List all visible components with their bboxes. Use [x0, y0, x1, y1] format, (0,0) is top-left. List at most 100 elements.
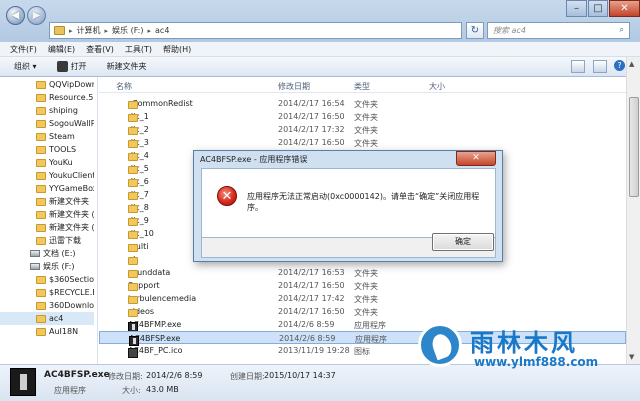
file-date: 2014/2/17 17:42 — [278, 294, 345, 303]
sidebar-item-label: 迅雷下载 — [49, 236, 81, 245]
menu-file[interactable]: 文件(F) — [10, 44, 37, 55]
file-name-cell: videos — [128, 307, 154, 317]
file-row[interactable]: dlc_3 2014/2/17 16:50 文件夹 — [99, 136, 626, 149]
forward-button[interactable]: ▶ — [27, 6, 46, 25]
file-type: 图标 — [354, 347, 370, 356]
file-row[interactable]: videos 2014/2/17 16:50 文件夹 — [99, 305, 626, 318]
sidebar-item-label: 文档 (E:) — [43, 249, 76, 258]
sidebar-item-label: YYGameBox — [49, 184, 94, 193]
sidebar-item-label: shiping — [49, 106, 78, 115]
sidebar-item[interactable]: Resource.5. — [0, 91, 94, 104]
file-row[interactable]: turbulencemedia 2014/2/17 17:42 文件夹 — [99, 292, 626, 305]
sidebar-item[interactable]: 娱乐 (F:) — [0, 260, 94, 273]
details-type: 应用程序 — [54, 386, 86, 395]
sidebar-item[interactable]: SogouWallP — [0, 117, 94, 130]
sidebar-item-label: YoukuClient — [49, 171, 94, 180]
sidebar-item[interactable]: Steam — [0, 130, 94, 143]
folder-icon — [54, 26, 65, 35]
sidebar-item[interactable]: ac4 — [0, 312, 94, 325]
view-options-icon[interactable] — [571, 60, 585, 73]
file-name-cell: _CommonRedist — [128, 99, 193, 109]
folder-icon — [36, 171, 46, 180]
scroll-down-icon[interactable]: ▼ — [629, 353, 634, 361]
file-date: 2013/11/19 19:28 — [278, 346, 350, 355]
organize-button[interactable]: 组织 ▾ — [14, 61, 37, 72]
error-icon: ✕ — [217, 186, 237, 206]
folder-icon — [128, 296, 138, 304]
refresh-button[interactable]: ↻ — [466, 22, 484, 39]
sidebar-item[interactable]: 新建文件夹 ( — [0, 208, 94, 221]
folder-icon — [36, 275, 46, 284]
file-date: 2014/2/17 16:50 — [278, 112, 345, 121]
sidebar-item[interactable]: AuI18N — [0, 325, 94, 338]
folder-icon — [128, 257, 138, 265]
breadcrumb-separator: ▸ — [147, 26, 152, 35]
sidebar-item[interactable]: YYGameBox — [0, 182, 94, 195]
sidebar-item[interactable]: TOOLS — [0, 143, 94, 156]
details-size-label: 大小: — [122, 386, 141, 395]
minimize-button[interactable]: – — [566, 0, 587, 17]
file-row[interactable]: dlc_1 2014/2/17 16:50 文件夹 — [99, 110, 626, 123]
folder-icon — [128, 153, 138, 161]
dialog-close-button[interactable]: ✕ — [456, 151, 496, 166]
breadcrumb-computer[interactable]: 计算机 — [77, 25, 101, 36]
file-row[interactable]: Support 2014/2/17 16:50 文件夹 — [99, 279, 626, 292]
file-name-cell: AC4BFMP.exe — [128, 320, 181, 332]
menu-edit[interactable]: 编辑(E) — [48, 44, 75, 55]
preview-pane-icon[interactable] — [593, 60, 607, 73]
maximize-button[interactable]: □ — [588, 0, 608, 17]
file-name-cell: pb — [128, 255, 138, 265]
sidebar-item-label: TOOLS — [49, 145, 77, 154]
file-type: 应用程序 — [354, 321, 386, 330]
folder-icon — [36, 301, 46, 310]
menu-tools[interactable]: 工具(T) — [125, 44, 152, 55]
file-row[interactable]: _CommonRedist 2014/2/17 16:54 文件夹 — [99, 97, 626, 110]
sidebar-item[interactable]: 文档 (E:) — [0, 247, 94, 260]
scroll-up-icon[interactable]: ▲ — [629, 60, 634, 68]
open-button[interactable]: 打开 — [56, 61, 87, 72]
ok-button[interactable]: 确定 — [432, 233, 494, 251]
column-type[interactable]: 类型 — [354, 81, 370, 92]
breadcrumb-separator: ▸ — [69, 26, 73, 35]
column-size[interactable]: 大小 — [429, 81, 445, 92]
details-modified: 2014/2/6 8:59 — [146, 371, 203, 380]
breadcrumb-drive[interactable]: 娱乐 (F:) — [112, 25, 143, 36]
sidebar-item-label: 新建文件夹 ( — [49, 210, 94, 219]
breadcrumb-folder[interactable]: ac4 — [155, 26, 169, 35]
watermark-url: www.ylmf888.com — [474, 355, 599, 369]
scroll-thumb[interactable] — [629, 97, 639, 197]
sidebar-item[interactable]: YoukuClient — [0, 169, 94, 182]
folder-icon — [128, 244, 138, 252]
sidebar-item[interactable]: 迅雷下载 — [0, 234, 94, 247]
vertical-scrollbar[interactable]: ▲ ▼ — [626, 57, 640, 364]
file-name-cell: dlc_8 — [128, 203, 149, 213]
sidebar-item[interactable]: QQVipDown — [0, 78, 94, 91]
help-icon[interactable]: ? — [614, 60, 625, 71]
file-row[interactable]: sounddata 2014/2/17 16:53 文件夹 — [99, 266, 626, 279]
close-window-button[interactable]: ✕ — [609, 0, 640, 17]
file-name-cell: AC4BFSP.exe — [129, 334, 180, 346]
sidebar-item[interactable]: 新建文件夹 — [0, 195, 94, 208]
back-button[interactable]: ◀ — [6, 6, 25, 25]
search-input[interactable]: 搜索 ac4 ⌕ — [487, 22, 630, 39]
column-header: 名称 修改日期 类型 大小 — [99, 77, 626, 93]
sidebar-item-label: 娱乐 (F:) — [43, 262, 75, 271]
file-row[interactable]: dlc_2 2014/2/17 17:32 文件夹 — [99, 123, 626, 136]
column-date[interactable]: 修改日期 — [278, 81, 310, 92]
sidebar-item[interactable]: YouKu — [0, 156, 94, 169]
details-modified-label: 修改日期: — [108, 372, 143, 381]
folder-icon — [36, 93, 46, 102]
menu-help[interactable]: 帮助(H) — [163, 44, 191, 55]
sidebar-item[interactable]: $RECYCLE.B — [0, 286, 94, 299]
column-name[interactable]: 名称 — [116, 81, 132, 92]
new-folder-button[interactable]: 新建文件夹 — [107, 61, 147, 72]
sidebar-item[interactable]: 新建文件夹 ( — [0, 221, 94, 234]
sidebar-item[interactable]: 360Downlo — [0, 299, 94, 312]
menu-view[interactable]: 查看(V) — [86, 44, 114, 55]
address-bar[interactable]: ▸ 计算机 ▸ 娱乐 (F:) ▸ ac4 — [49, 22, 462, 39]
sidebar-item[interactable]: shiping — [0, 104, 94, 117]
file-type: 文件夹 — [354, 100, 378, 109]
search-placeholder: 搜索 ac4 — [493, 26, 526, 35]
sidebar-item-label: ac4 — [49, 314, 64, 323]
sidebar-item[interactable]: $360Section — [0, 273, 94, 286]
